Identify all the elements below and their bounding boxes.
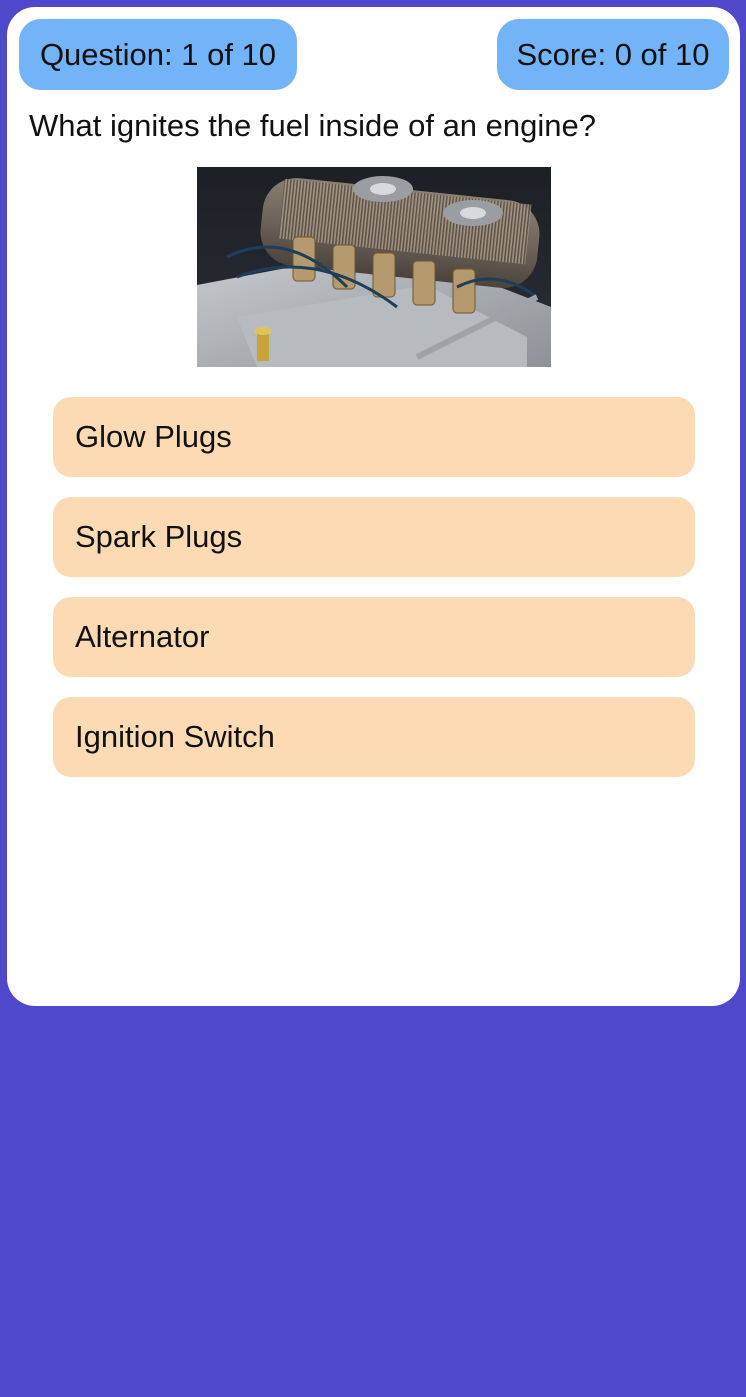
answer-option-spark-plugs[interactable]: Spark Plugs	[53, 497, 695, 577]
answer-label: Spark Plugs	[75, 519, 243, 554]
answer-option-alternator[interactable]: Alternator	[53, 597, 695, 677]
answer-list: Glow Plugs Spark Plugs Alternator Igniti…	[53, 397, 695, 797]
score-label: Score: 0 of 10	[516, 36, 710, 72]
answer-option-glow-plugs[interactable]: Glow Plugs	[53, 397, 695, 477]
question-counter-label: Question: 1 of 10	[39, 36, 277, 72]
score-badge: Score: 0 of 10	[497, 19, 729, 90]
answer-label: Ignition Switch	[75, 719, 275, 754]
engine-image	[197, 167, 551, 367]
answer-label: Glow Plugs	[75, 419, 232, 454]
question-text: What ignites the fuel inside of an engin…	[29, 108, 596, 143]
question-counter-badge: Question: 1 of 10	[19, 19, 297, 90]
answer-label: Alternator	[75, 619, 210, 654]
answer-option-ignition-switch[interactable]: Ignition Switch	[53, 697, 695, 777]
quiz-card: Question: 1 of 10 Score: 0 of 10 What ig…	[7, 7, 740, 1006]
